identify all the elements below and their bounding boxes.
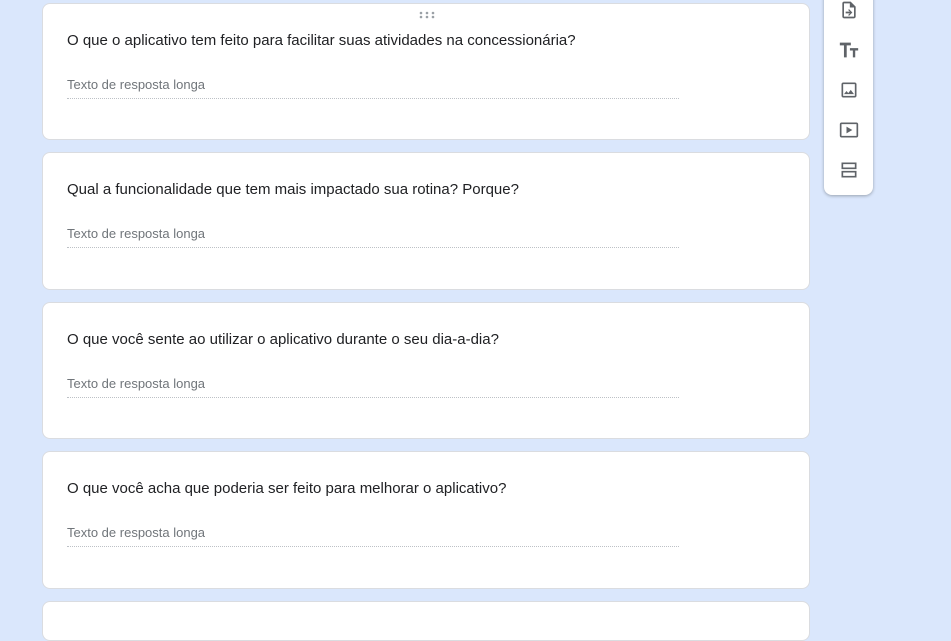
import-questions-icon: [841, 1, 856, 18]
long-answer-field: Texto de resposta longa: [67, 376, 679, 398]
add-title-button[interactable]: [836, 37, 861, 62]
add-section-icon: [841, 162, 856, 177]
question-title[interactable]: O que você acha que poderia ser feito pa…: [67, 480, 506, 497]
question-card[interactable]: O que o aplicativo tem feito para facili…: [42, 3, 810, 140]
import-questions-button[interactable]: [836, 0, 861, 22]
add-section-button[interactable]: [836, 157, 861, 182]
add-image-icon: [841, 82, 856, 97]
long-answer-field: Texto de resposta longa: [67, 226, 679, 248]
drag-handle-icon[interactable]: [419, 11, 435, 19]
question-card[interactable]: O que você sente ao utilizar o aplicativ…: [42, 302, 810, 439]
question-card[interactable]: O que você acha que poderia ser feito pa…: [42, 451, 810, 589]
question-title[interactable]: O que o aplicativo tem feito para facili…: [67, 32, 576, 49]
long-answer-field: Texto de resposta longa: [67, 525, 679, 547]
question-card[interactable]: Qual a funcionalidade que tem mais impac…: [42, 152, 810, 290]
question-title[interactable]: O que você sente ao utilizar o aplicativ…: [67, 331, 499, 348]
add-video-button[interactable]: [836, 117, 861, 142]
question-card[interactable]: [42, 601, 810, 641]
question-title[interactable]: Qual a funcionalidade que tem mais impac…: [67, 181, 519, 198]
long-answer-field: Texto de resposta longa: [67, 77, 679, 99]
add-title-icon: [839, 42, 858, 57]
add-image-button[interactable]: [836, 77, 861, 102]
add-video-icon: [839, 122, 858, 137]
floating-toolbar: [824, 0, 873, 195]
